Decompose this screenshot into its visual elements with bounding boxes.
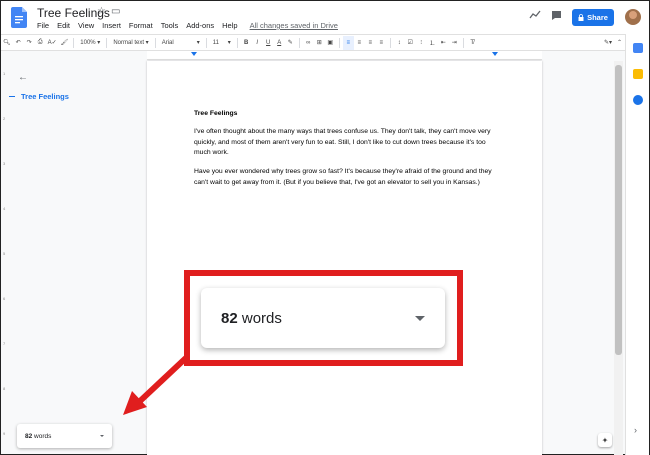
formatting-toolbar: 🔍︎ ↶ ↷ ⎙ A✓ 🖌︎ 100% ▾ Normal text ▾ Aria… (1, 34, 625, 51)
share-button[interactable]: Share (572, 9, 614, 26)
chevron-right-icon[interactable]: › (634, 425, 637, 435)
insert-comment-icon[interactable]: ⊞ (314, 36, 325, 50)
scrollbar[interactable] (614, 61, 623, 455)
calendar-icon[interactable] (633, 43, 643, 53)
line-spacing-icon[interactable]: ↕ (394, 36, 405, 50)
undo-icon[interactable]: ↶ (13, 36, 24, 50)
clear-formatting-icon[interactable]: T̸ (467, 36, 478, 50)
increase-indent-icon[interactable]: ⇥ (449, 36, 460, 50)
chevron-down-icon[interactable] (100, 435, 104, 437)
divider (338, 37, 340, 48)
underline-icon[interactable]: U (263, 36, 274, 50)
keep-icon[interactable] (633, 69, 643, 79)
divider (298, 37, 300, 48)
word-count-label: 82 words (25, 433, 51, 440)
style-select[interactable]: Normal text ▾ (110, 36, 151, 50)
word-count-zoomed: 82 words (201, 288, 445, 348)
scrollbar-thumb[interactable] (615, 65, 622, 355)
outline-indicator (9, 96, 15, 97)
zoom-value: 100% (80, 39, 96, 46)
share-label: Share (587, 13, 608, 22)
menu-file[interactable]: File (37, 21, 49, 30)
editing-mode-icon[interactable]: ✎▾ (602, 36, 614, 50)
menu-bar: File Edit View Insert Format Tools Add-o… (37, 21, 338, 30)
font-value: Arial (161, 39, 174, 46)
word-count-label-zoomed: 82 words (221, 310, 282, 327)
insert-image-icon[interactable]: ▣ (325, 36, 336, 50)
document-page[interactable]: Tree Feelings I've often thought about t… (147, 61, 542, 455)
word-count-unit: words (34, 432, 52, 440)
star-icon[interactable]: ☆ (97, 6, 106, 17)
back-arrow-icon[interactable]: ← (18, 72, 28, 83)
side-panel-rail (625, 34, 649, 455)
font-size-select[interactable]: 11 ▾ (210, 36, 234, 50)
save-status[interactable]: All changes saved in Drive (250, 21, 338, 30)
word-count-widget[interactable]: 82 words (17, 424, 112, 448)
menu-insert[interactable]: Insert (102, 21, 121, 30)
bulleted-list-icon[interactable]: ⁝ (416, 36, 427, 50)
divider (73, 37, 75, 48)
paragraph[interactable]: Have you ever wondered why trees grow so… (194, 167, 504, 188)
zoom-select[interactable]: 100% ▾ (77, 36, 103, 50)
link-icon[interactable]: ∞ (303, 36, 314, 50)
spellcheck-icon[interactable]: A✓ (46, 36, 59, 50)
redo-icon[interactable]: ↷ (24, 36, 35, 50)
divider (236, 37, 238, 48)
divider (462, 37, 464, 48)
paint-format-icon[interactable]: 🖌︎ (59, 36, 71, 50)
align-right-icon[interactable]: ≡ (365, 36, 376, 50)
tasks-icon[interactable] (633, 95, 643, 105)
horizontal-ruler[interactable] (147, 51, 542, 60)
activity-trend-icon[interactable] (529, 10, 541, 20)
top-bar: Tree Feelings ☆ ▭ File Edit View Insert … (1, 1, 649, 34)
chevron-down-icon (415, 315, 425, 321)
right-indent-marker[interactable] (492, 52, 498, 56)
align-center-icon[interactable]: ≡ (354, 36, 365, 50)
collapse-toolbar-icon[interactable]: ⌃ (614, 36, 625, 50)
divider (389, 37, 391, 48)
divider (154, 37, 156, 48)
vertical-ruler: 123 456 789 (3, 71, 6, 436)
decrease-indent-icon[interactable]: ⇤ (438, 36, 449, 50)
menu-format[interactable]: Format (129, 21, 153, 30)
menu-addons[interactable]: Add-ons (186, 21, 214, 30)
divider (205, 37, 207, 48)
menu-edit[interactable]: Edit (57, 21, 70, 30)
align-justify-icon[interactable]: ≡ (376, 36, 387, 50)
folder-icon[interactable]: ▭ (111, 6, 120, 17)
word-count-unit-zoomed: words (241, 309, 282, 327)
search-menus-icon[interactable]: 🔍︎ (1, 36, 13, 50)
avatar[interactable] (625, 9, 641, 25)
checklist-icon[interactable]: ☑ (405, 36, 416, 50)
lock-icon (578, 14, 584, 21)
print-icon[interactable]: ⎙ (35, 36, 46, 50)
font-select[interactable]: Arial ▾ (159, 36, 203, 50)
word-count-number: 82 (25, 432, 33, 440)
numbered-list-icon[interactable]: ⒈ (427, 36, 438, 50)
menu-tools[interactable]: Tools (161, 21, 179, 30)
font-size-value: 11 (212, 39, 219, 46)
paragraph[interactable]: I've often thought about the many ways t… (194, 127, 504, 159)
comment-icon[interactable] (551, 10, 562, 21)
menu-help[interactable]: Help (222, 21, 237, 30)
docs-logo-icon[interactable] (11, 7, 27, 28)
explore-icon[interactable]: ✦ (598, 433, 612, 447)
menu-view[interactable]: View (78, 21, 94, 30)
italic-icon[interactable]: I (252, 36, 263, 50)
outline-item-tree-feelings[interactable]: Tree Feelings (21, 92, 69, 101)
style-value: Normal text (113, 39, 145, 46)
divider (106, 37, 108, 48)
bold-icon[interactable]: B (241, 36, 252, 50)
text-color-icon[interactable]: A (274, 36, 285, 50)
align-left-icon[interactable]: ≡ (342, 35, 354, 50)
left-indent-marker[interactable] (191, 52, 197, 56)
word-count-number-zoomed: 82 (221, 309, 238, 327)
highlight-icon[interactable]: ✎ (285, 36, 296, 50)
document-heading[interactable]: Tree Feelings (194, 110, 237, 117)
